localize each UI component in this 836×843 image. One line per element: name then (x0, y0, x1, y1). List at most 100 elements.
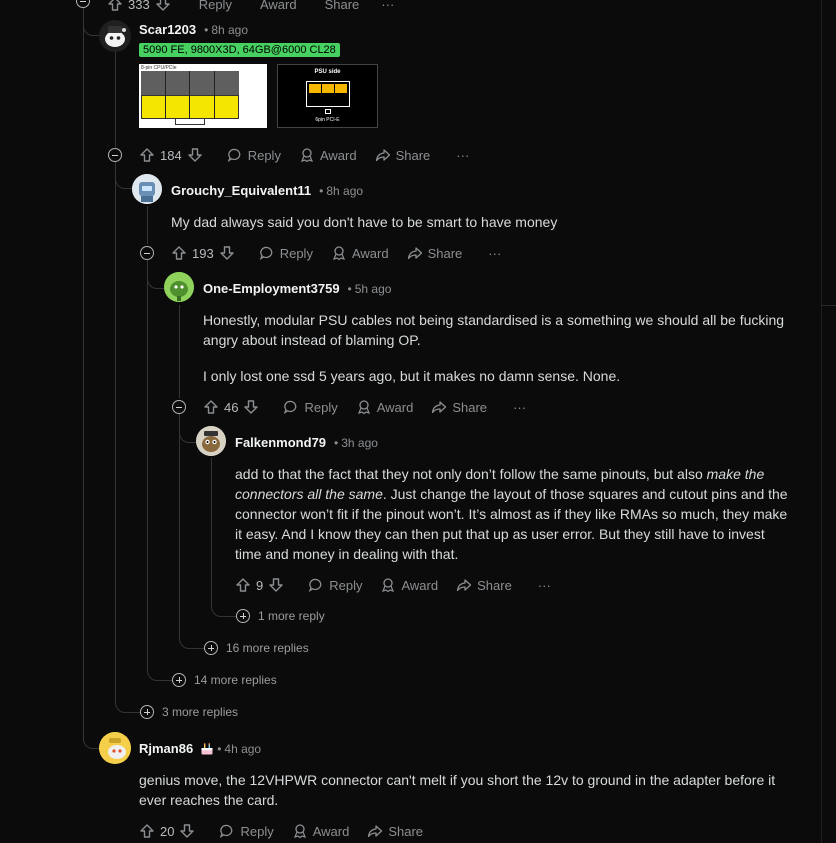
share-button[interactable]: Share (325, 0, 360, 12)
more-replies-button[interactable]: 1 more reply (236, 609, 325, 623)
upvote-icon[interactable] (139, 823, 155, 839)
timestamp[interactable]: 4h ago (224, 742, 261, 756)
share-button[interactable]: Share (407, 245, 462, 261)
action-bar: 9 Reply Award Share ··· (235, 575, 569, 595)
share-button[interactable]: Share (431, 399, 487, 415)
thread-line (179, 305, 180, 398)
more-options-button[interactable]: ··· (488, 246, 501, 261)
share-button[interactable]: Share (456, 577, 512, 593)
comment-image[interactable]: PSU side 6pin PCI-E (277, 64, 378, 128)
reply-button[interactable]: Reply (259, 245, 313, 261)
award-button[interactable]: Award (380, 577, 438, 593)
downvote-icon[interactable] (179, 823, 195, 839)
share-icon (407, 245, 423, 261)
downvote-icon[interactable] (155, 0, 171, 12)
reply-button[interactable]: Reply (283, 399, 338, 415)
avatar[interactable] (99, 732, 131, 764)
award-button[interactable]: Award (356, 399, 414, 415)
share-icon (456, 577, 472, 593)
award-button[interactable]: Award (292, 823, 349, 839)
upvote-icon[interactable] (171, 245, 187, 261)
upvote-icon[interactable] (107, 0, 123, 12)
avatar[interactable] (196, 426, 226, 456)
avatar[interactable] (99, 20, 131, 52)
upvote-icon[interactable] (203, 399, 219, 415)
reply-label: Reply (247, 147, 281, 163)
image-title: PSU side (314, 69, 341, 75)
comment-header: Scar1203 • 8h ago (139, 22, 248, 37)
downvote-icon[interactable] (243, 399, 259, 415)
username[interactable]: One-Employment3759 (203, 281, 340, 296)
timestamp[interactable]: 8h ago (211, 23, 248, 37)
award-label: Award (376, 399, 414, 415)
comment-image[interactable]: 8-pin CPU/PCIe (139, 64, 267, 128)
vote-group: 184 (139, 147, 203, 163)
reply-icon (308, 577, 324, 593)
more-replies-button[interactable]: 14 more replies (172, 673, 277, 687)
more-replies-label: 14 more replies (194, 673, 277, 687)
robot-avatar-icon (132, 174, 162, 204)
downvote-icon[interactable] (187, 147, 203, 163)
collapse-button[interactable] (140, 246, 154, 260)
comment-header: Grouchy_Equivalent11 • 8h ago (171, 183, 363, 198)
award-label: Award (401, 577, 439, 593)
collapse-button[interactable] (172, 400, 186, 414)
vote-group: 9 (235, 577, 284, 593)
action-bar: 46 Reply Award Share ··· (203, 397, 544, 417)
avatar[interactable] (132, 174, 162, 204)
reply-button[interactable]: Reply (219, 823, 274, 839)
more-options-button[interactable]: ··· (538, 578, 551, 593)
more-options-button[interactable]: ··· (456, 148, 469, 163)
comment-header: Rjman86 • 4h ago (139, 741, 261, 756)
comment-body-paragraph: Honestly, modular PSU cables not being s… (203, 312, 785, 348)
timestamp[interactable]: 3h ago (341, 436, 378, 450)
share-button[interactable]: Share (375, 147, 430, 163)
more-options-button[interactable]: ··· (513, 400, 526, 415)
thread-line (115, 50, 116, 147)
username[interactable]: Grouchy_Equivalent11 (171, 183, 311, 198)
reply-icon (219, 823, 235, 839)
timestamp[interactable]: 5h ago (355, 282, 392, 296)
more-label: ··· (381, 0, 395, 12)
upvote-icon[interactable] (235, 577, 251, 593)
reply-button[interactable]: Reply (227, 147, 281, 163)
collapse-button[interactable] (108, 148, 122, 162)
comment-text: add to that the fact that they not only … (235, 466, 707, 482)
separator: • (347, 281, 352, 296)
award-button[interactable]: Award (299, 147, 357, 163)
award-label: Award (351, 245, 389, 261)
award-icon (331, 245, 347, 261)
reply-button[interactable]: Reply (308, 577, 362, 593)
reply-icon (259, 245, 275, 261)
reply-button[interactable]: Reply (199, 0, 232, 12)
timestamp[interactable]: 8h ago (326, 184, 363, 198)
vote-count: 9 (256, 577, 264, 593)
more-label: ··· (513, 399, 527, 415)
more-replies-button[interactable]: 16 more replies (204, 641, 309, 655)
share-label: Share (388, 823, 424, 839)
reply-label: Reply (279, 245, 313, 261)
username[interactable]: Scar1203 (139, 22, 196, 37)
separator: • (334, 435, 339, 450)
upvote-icon[interactable] (139, 147, 155, 163)
username[interactable]: Rjman86 (139, 741, 193, 756)
vote-count: 333 (128, 0, 150, 12)
user-flair: 5090 FE, 9800X3D, 64GB@6000 CL28 (139, 40, 340, 57)
action-bar: 184 Reply Award Share ··· (139, 145, 487, 165)
avatar[interactable] (164, 272, 194, 302)
comment-body-paragraph: I only lost one ssd 5 years ago, but it … (203, 368, 621, 384)
snoo-avatar-icon (196, 426, 226, 456)
award-button[interactable]: Award (331, 245, 389, 261)
comment-body: My dad always said you don't have to be … (171, 214, 558, 230)
more-options-button[interactable]: ··· (381, 0, 394, 12)
downvote-icon[interactable] (219, 245, 235, 261)
award-button[interactable]: Award (260, 0, 297, 12)
more-replies-button[interactable]: 3 more replies (140, 705, 238, 719)
downvote-icon[interactable] (268, 577, 284, 593)
thread-line (147, 206, 148, 244)
username[interactable]: Falkenmond79 (235, 435, 326, 450)
cake-day-icon (200, 742, 214, 756)
share-button[interactable]: Share (367, 823, 423, 839)
more-replies-label: 1 more reply (258, 609, 325, 623)
vote-group: 333 (107, 0, 171, 12)
